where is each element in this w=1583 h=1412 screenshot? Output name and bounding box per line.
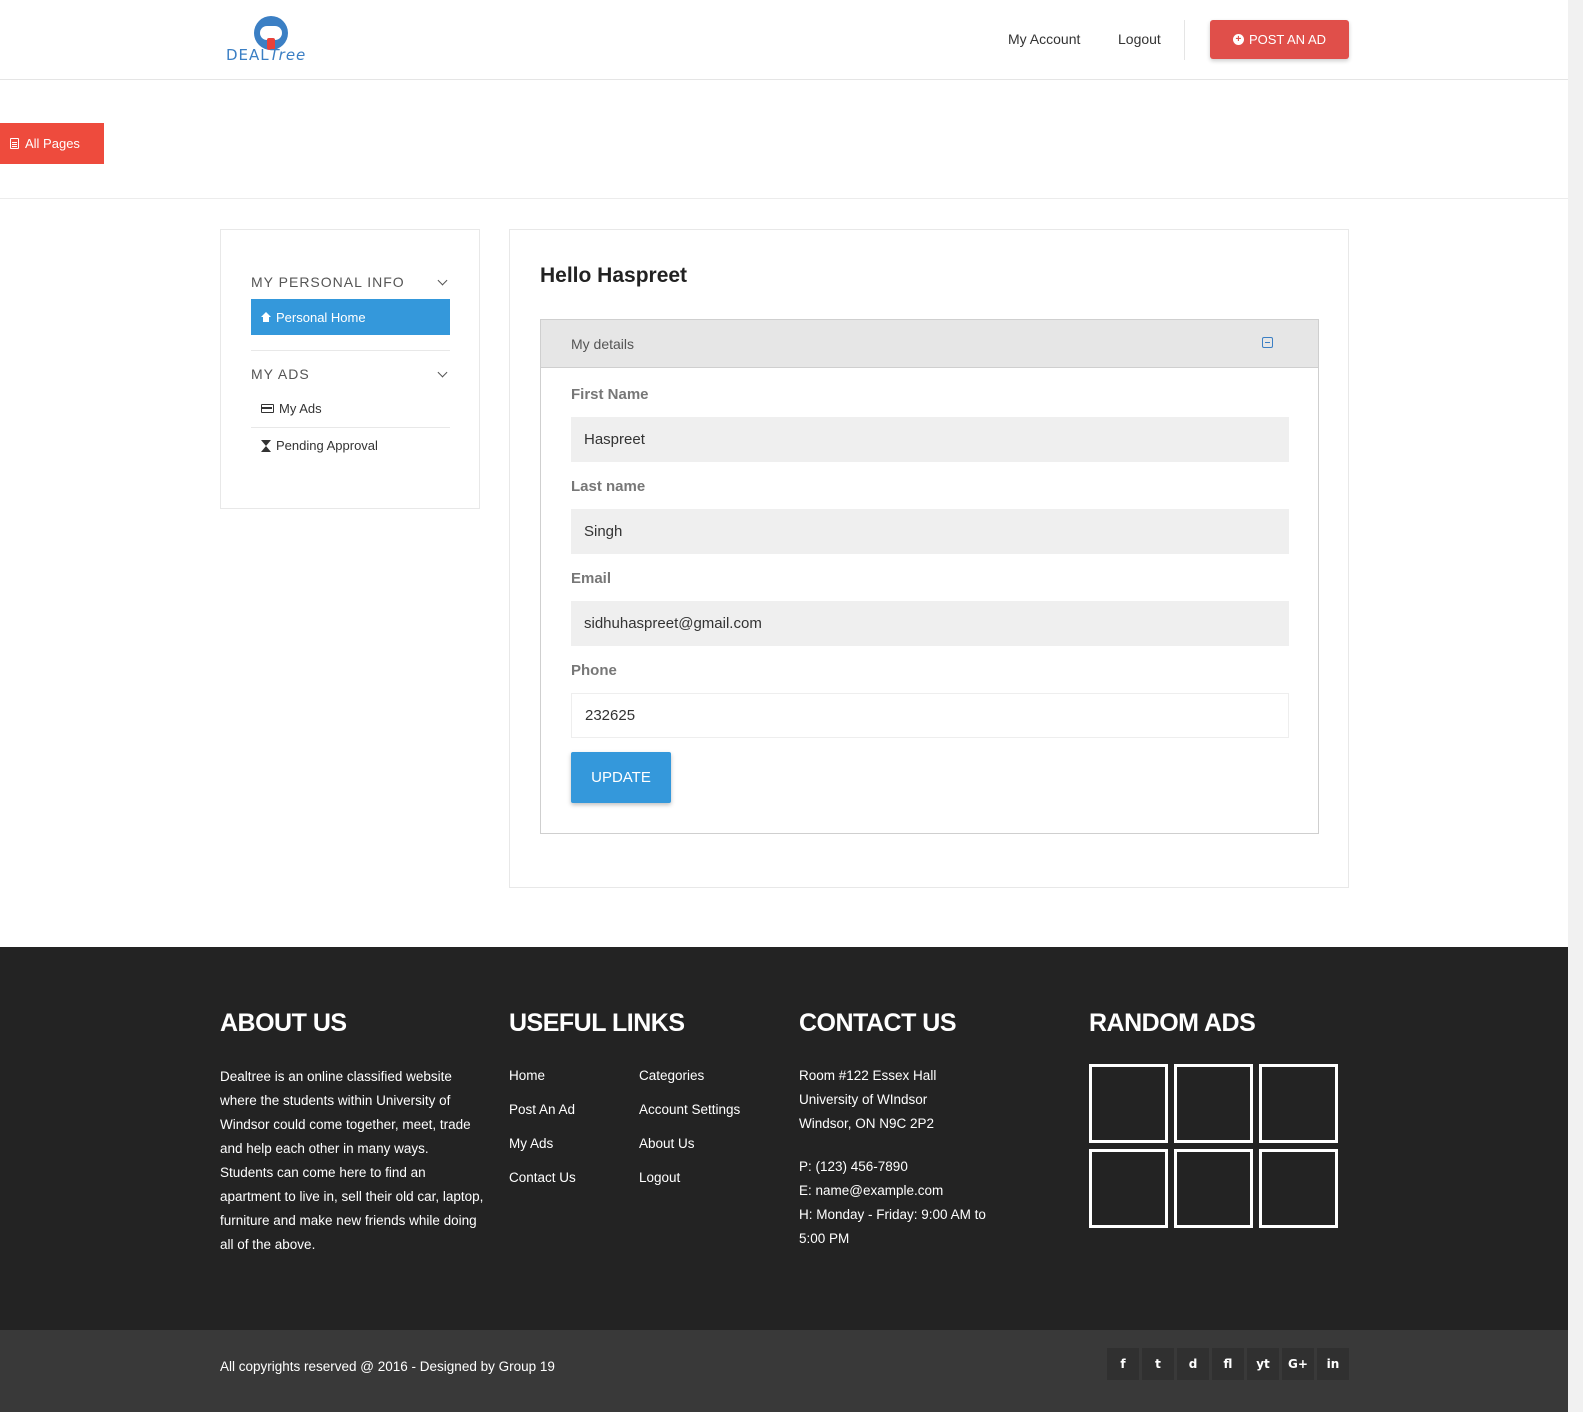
- my-ads-heading[interactable]: MY ADS: [251, 366, 310, 382]
- home-icon: [261, 312, 271, 322]
- copyright-bar: All copyrights reserved @ 2016 - Designe…: [0, 1330, 1568, 1412]
- contact-phone: P: (123) 456-7890: [799, 1159, 908, 1174]
- dealtree-logo[interactable]: DEALTree: [226, 14, 326, 66]
- sidebar-item-my-ads[interactable]: My Ads: [261, 401, 322, 416]
- address-line: Windsor, ON N9C 2P2: [799, 1116, 935, 1131]
- all-pages-tab[interactable]: All Pages: [0, 123, 104, 164]
- random-ads-heading: RANDOM ADS: [1089, 1009, 1256, 1037]
- random-ad-thumbnail[interactable]: [1174, 1064, 1253, 1143]
- random-ad-thumbnail[interactable]: [1259, 1149, 1338, 1228]
- footer-link-contact-us[interactable]: Contact Us: [509, 1170, 576, 1185]
- document-icon: [10, 138, 19, 149]
- flickr-icon[interactable]: fl: [1212, 1348, 1244, 1380]
- footer-link-home[interactable]: Home: [509, 1068, 545, 1083]
- tree-logo-icon: [254, 16, 288, 50]
- first-name-label: First Name: [571, 386, 649, 403]
- panel-title: My details: [571, 336, 635, 352]
- account-sidebar: MY PERSONAL INFO Personal Home MY ADS My…: [220, 229, 480, 509]
- my-details-header[interactable]: My details: [541, 320, 1318, 368]
- logout-link[interactable]: Logout: [1118, 31, 1161, 47]
- first-name-field[interactable]: [571, 417, 1289, 462]
- footer-link-logout[interactable]: Logout: [639, 1170, 680, 1185]
- address-line: Room #122 Essex Hall: [799, 1068, 937, 1083]
- google-plus-icon[interactable]: G+: [1282, 1348, 1314, 1380]
- footer-link-about-us[interactable]: About Us: [639, 1136, 695, 1151]
- page-title: Hello Haspreet: [540, 264, 688, 287]
- footer-link-post-ad[interactable]: Post An Ad: [509, 1102, 575, 1117]
- sidebar-item-personal-home[interactable]: Personal Home: [251, 299, 450, 335]
- footer-link-my-ads[interactable]: My Ads: [509, 1136, 553, 1151]
- about-us-heading: ABOUT US: [220, 1009, 347, 1037]
- hourglass-icon: [261, 439, 271, 452]
- random-ad-thumbnail[interactable]: [1174, 1149, 1253, 1228]
- sidebar-item-pending-approval[interactable]: Pending Approval: [261, 438, 378, 453]
- facebook-icon[interactable]: f: [1107, 1348, 1139, 1380]
- about-us-text: Dealtree is an online classified website…: [220, 1069, 484, 1252]
- random-ad-thumbnail[interactable]: [1089, 1064, 1168, 1143]
- last-name-label: Last name: [571, 478, 646, 495]
- logo-text: DEALTree: [226, 46, 307, 64]
- update-button[interactable]: UPDATE: [571, 752, 671, 803]
- my-account-link[interactable]: My Account: [1008, 31, 1080, 47]
- last-name-field[interactable]: [571, 509, 1289, 554]
- dribbble-icon[interactable]: d: [1177, 1348, 1209, 1380]
- chevron-down-icon[interactable]: [437, 275, 448, 286]
- contact-email[interactable]: E: name@example.com: [799, 1183, 943, 1198]
- random-ad-thumbnail[interactable]: [1259, 1064, 1338, 1143]
- account-main-panel: Hello Haspreet My details First Name Las…: [509, 229, 1349, 888]
- site-header: DEALTree My Account Logout + POST AN AD: [0, 0, 1568, 80]
- contact-hours: 5:00 PM: [799, 1231, 850, 1246]
- youtube-icon[interactable]: yt: [1247, 1348, 1279, 1380]
- linkedin-icon[interactable]: in: [1317, 1348, 1349, 1380]
- sidebar-divider: [251, 350, 450, 351]
- my-details-panel: My details First Name Last name Email Ph…: [540, 319, 1319, 834]
- chevron-down-icon[interactable]: [437, 367, 448, 378]
- contact-us-heading: CONTACT US: [799, 1009, 957, 1037]
- footer-link-categories[interactable]: Categories: [639, 1068, 704, 1083]
- email-field[interactable]: [571, 601, 1289, 646]
- sidebar-divider: [251, 427, 450, 428]
- address-line: University of WIndsor: [799, 1092, 928, 1107]
- collapse-icon[interactable]: [1262, 337, 1273, 348]
- plus-circle-icon: +: [1232, 34, 1244, 45]
- contact-hours: H: Monday - Friday: 9:00 AM to: [799, 1207, 986, 1222]
- page-scrollbar[interactable]: [1568, 0, 1583, 1412]
- phone-field[interactable]: [571, 693, 1289, 738]
- footer-link-account-settings[interactable]: Account Settings: [639, 1102, 740, 1117]
- twitter-icon[interactable]: t: [1142, 1348, 1174, 1380]
- credit-card-icon: [261, 404, 274, 413]
- nav-divider: [1184, 20, 1185, 60]
- personal-info-heading[interactable]: MY PERSONAL INFO: [251, 274, 405, 290]
- useful-links-heading: USEFUL LINKS: [509, 1009, 685, 1037]
- random-ad-thumbnail[interactable]: [1089, 1149, 1168, 1228]
- copyright-text: All copyrights reserved @ 2016 - Designe…: [220, 1359, 555, 1374]
- site-footer: ABOUT US Dealtree is an online classifie…: [0, 947, 1568, 1330]
- email-label: Email: [571, 570, 612, 587]
- post-ad-button[interactable]: + POST AN AD: [1210, 20, 1349, 59]
- divider: [0, 198, 1568, 199]
- phone-label: Phone: [571, 662, 617, 679]
